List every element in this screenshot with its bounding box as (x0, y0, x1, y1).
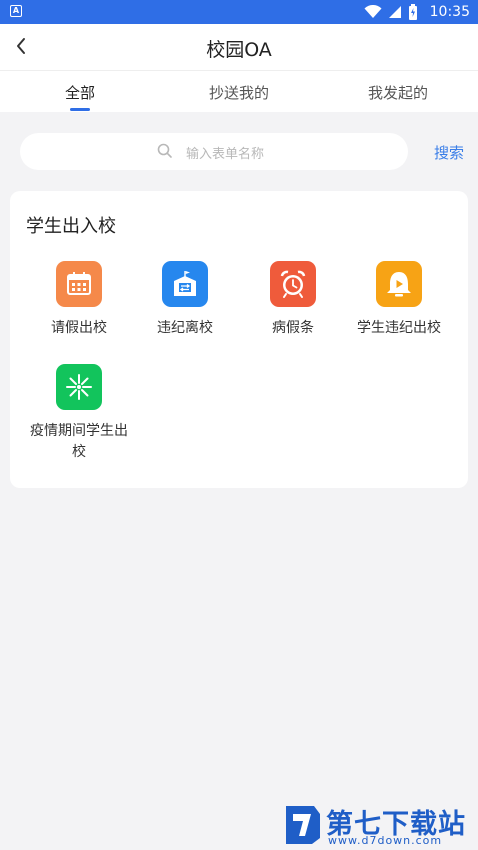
app-label: 学生违纪出校 (357, 320, 441, 336)
school-building-icon (162, 261, 208, 307)
cellular-signal-icon (389, 6, 401, 18)
status-time: 10:35 (429, 4, 470, 20)
app-disciplinary-leave[interactable]: 违纪离校 (130, 261, 240, 339)
tab-cc-me[interactable]: 抄送我的 (179, 82, 299, 103)
app-leave-school[interactable]: 请假出校 (24, 261, 134, 339)
app-label: 疫情期间学生出校 (30, 423, 128, 460)
app-sick-leave[interactable]: 病假条 (238, 261, 348, 339)
page-title: 校园OA (206, 39, 272, 61)
search-placeholder: 输入表单名称 (186, 147, 265, 162)
watermark-url: www.d7down.com (328, 834, 443, 847)
section-title: 学生出入校 (26, 216, 116, 237)
tab-initiated-by-me[interactable]: 我发起的 (338, 82, 458, 103)
app-label: 违纪离校 (157, 320, 213, 336)
tab-all[interactable]: 全部 (20, 82, 140, 103)
status-bar: A 10:35 (0, 0, 478, 24)
calendar-icon (56, 261, 102, 307)
search-input[interactable]: 输入表单名称 (20, 133, 408, 170)
sparkle-icon (56, 364, 102, 410)
status-icons (364, 4, 418, 20)
search-button[interactable]: 搜索 (434, 142, 464, 163)
active-tab-indicator (70, 108, 90, 111)
app-label: 病假条 (272, 320, 314, 336)
app-header: 校园OA (0, 24, 478, 70)
watermark-logo-icon (286, 806, 320, 844)
section-card-student-access: 学生出入校 请假出校 违纪离校 病假条 学生违纪出校 疫情期间学生出校 (10, 191, 468, 488)
bell-play-icon (376, 261, 422, 307)
filter-tabs: 全部 抄送我的 我发起的 (0, 70, 478, 112)
alarm-clock-icon (270, 261, 316, 307)
app-student-disciplinary-exit[interactable]: 学生违纪出校 (344, 261, 454, 339)
watermark: 第七下载站 www.d7down.com (284, 800, 474, 850)
battery-icon (409, 4, 417, 20)
app-notification-icon: A (10, 5, 22, 17)
app-label: 请假出校 (51, 320, 107, 336)
app-epidemic-student-exit[interactable]: 疫情期间学生出校 (24, 364, 134, 463)
search-icon (157, 143, 172, 158)
wifi-icon (364, 5, 382, 18)
